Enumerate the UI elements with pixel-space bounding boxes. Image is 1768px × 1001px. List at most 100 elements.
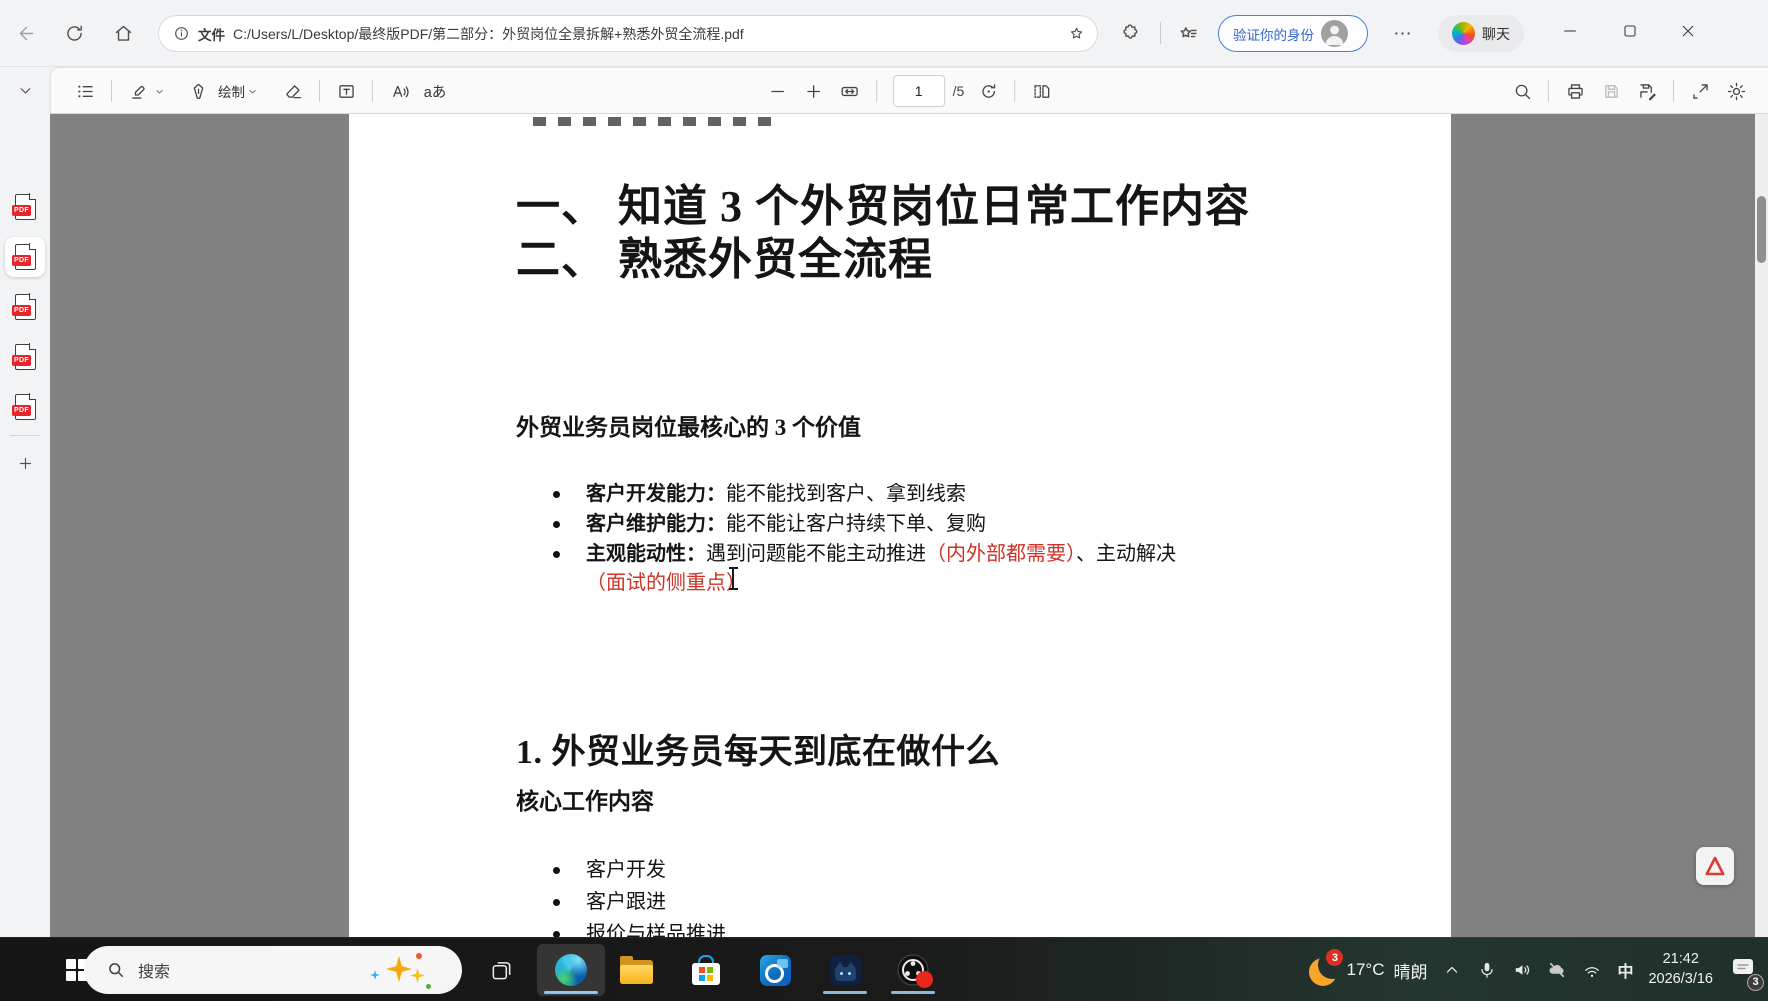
home-button[interactable] (103, 13, 143, 53)
weather-widget[interactable]: 3 17°C 晴朗 (1309, 954, 1427, 986)
eraser-button[interactable] (275, 74, 311, 108)
new-tab-button[interactable] (7, 445, 43, 481)
hidden-icons-chevron[interactable] (1442, 960, 1462, 980)
edge-icon (555, 954, 587, 986)
section-heading: 1. 外贸业务员每天到底在做什么 (516, 724, 1000, 773)
bullet-label: 主观能动性： (586, 543, 706, 565)
home-icon (113, 23, 134, 44)
core-work-title: 核心工作内容 (516, 782, 654, 816)
address-url[interactable]: C:/Users/L/Desktop/最终版PDF/第二部分：外贸岗位全景拆解+… (233, 24, 1060, 44)
vertical-tab-strip: PDF PDF PDF PDF PDF (0, 67, 50, 937)
pdf-tab-2-active[interactable]: PDF (5, 237, 45, 277)
zoom-in-button[interactable] (796, 74, 832, 108)
toolbar-separator (1673, 80, 1674, 102)
clock-date: 2026/3/16 (1648, 970, 1713, 990)
toolbar-separator (1014, 80, 1015, 102)
two-page-view-icon (1031, 81, 1052, 102)
back-button[interactable] (6, 13, 46, 53)
pdf-file-icon: PDF (15, 294, 36, 320)
fullscreen-button[interactable] (1682, 74, 1718, 108)
acrobat-extension-button[interactable] (1696, 847, 1734, 885)
table-of-contents-button[interactable] (67, 74, 103, 108)
pdf-tab-5[interactable]: PDF (5, 387, 45, 427)
bullet-text: 能不能找到客户、拿到线索 (726, 483, 966, 505)
toolbar-separator (372, 80, 373, 102)
toolbar-separator (876, 80, 877, 102)
address-bar[interactable]: 文件 C:/Users/L/Desktop/最终版PDF/第二部分：外贸岗位全景… (158, 15, 1098, 52)
favorites-button[interactable] (1168, 13, 1208, 53)
notification-center-button[interactable]: 3 (1730, 955, 1756, 986)
cat-app-icon (830, 955, 861, 986)
pdf-scrollbar-thumb[interactable] (1757, 196, 1766, 263)
more-menu-button[interactable] (1382, 13, 1422, 53)
page-number-input[interactable] (893, 75, 945, 107)
system-tray: 3 17°C 晴朗 中 21:42 2026/3/16 3 (1309, 938, 1756, 1001)
maximize-button[interactable] (1607, 10, 1653, 52)
settings-button[interactable] (1718, 74, 1754, 108)
extensions-button[interactable] (1110, 13, 1150, 53)
fit-to-width-button[interactable] (832, 74, 868, 108)
search-icon (106, 960, 126, 980)
text-box-icon (336, 81, 357, 102)
page-view-button[interactable] (1023, 74, 1059, 108)
minimize-button[interactable] (1547, 10, 1593, 52)
search-document-button[interactable] (1504, 74, 1540, 108)
highlighter-dropdown-icon[interactable] (153, 85, 166, 98)
weather-badge: 3 (1326, 949, 1343, 966)
taskbar-store-button[interactable] (683, 944, 729, 996)
plus-icon (803, 81, 824, 102)
file-explorer-icon (620, 957, 653, 984)
maximize-icon (1620, 21, 1640, 41)
verify-identity-button[interactable]: 验证你的身份 (1218, 15, 1368, 52)
bullet-label: 客户维护能力： (586, 513, 726, 535)
zoom-out-button[interactable] (760, 74, 796, 108)
network-wifi-icon[interactable] (1582, 960, 1602, 980)
rotate-button[interactable] (970, 74, 1006, 108)
read-aloud-button[interactable] (381, 74, 417, 108)
interview-note: （面试的侧重点） (586, 570, 746, 597)
work-bullet: 客户开发 (586, 857, 666, 884)
taskbar-obs-button[interactable] (890, 944, 936, 996)
collapse-toolbar-button[interactable] (7, 72, 43, 108)
task-view-button[interactable] (478, 947, 524, 993)
taskbar-clock[interactable]: 21:42 2026/3/16 (1648, 950, 1713, 989)
microphone-icon[interactable] (1477, 960, 1497, 980)
draw-dropdown-icon[interactable] (246, 85, 259, 98)
draw-button[interactable] (180, 74, 216, 108)
bullet-text: 、主动解决 (1076, 543, 1176, 565)
taskbar-file-explorer-button[interactable] (613, 944, 659, 996)
pdf-viewport: 一、 知道 3 个外贸岗位日常工作内容 二、 熟悉外贸全流程 外贸业务员岗位最核… (50, 114, 1768, 937)
weather-condition: 晴朗 (1393, 958, 1427, 983)
gear-icon (1726, 81, 1747, 102)
refresh-button[interactable] (54, 13, 94, 53)
save-button[interactable] (1593, 74, 1629, 108)
bullet-label: 客户开发能力： (586, 483, 726, 505)
pdf-tab-3[interactable]: PDF (5, 287, 45, 327)
edge-active-indicator (544, 991, 598, 995)
close-button[interactable] (1665, 10, 1711, 52)
onedrive-paused-icon[interactable] (1547, 960, 1567, 980)
verify-identity-label: 验证你的身份 (1233, 24, 1314, 44)
pdf-tab-1[interactable]: PDF (5, 187, 45, 227)
taskbar-edge-button[interactable] (537, 944, 605, 996)
translate-button[interactable]: aあ (417, 74, 453, 108)
add-text-button[interactable] (328, 74, 364, 108)
obs-studio-icon (897, 954, 929, 986)
highlighter-button[interactable] (120, 74, 156, 108)
save-as-button[interactable] (1629, 74, 1665, 108)
fullscreen-arrow-icon (1690, 81, 1711, 102)
copilot-chat-button[interactable]: 聊天 (1438, 15, 1524, 52)
recording-dot (916, 971, 933, 988)
pdf-tab-4[interactable]: PDF (5, 337, 45, 377)
pdf-scrollbar[interactable] (1755, 114, 1768, 937)
copilot-sparkles-icon (368, 946, 438, 994)
pdf-page[interactable]: 一、 知道 3 个外贸岗位日常工作内容 二、 熟悉外贸全流程 外贸业务员岗位最核… (349, 114, 1451, 937)
bookmark-star-icon[interactable] (1068, 25, 1085, 42)
volume-icon[interactable] (1512, 960, 1532, 980)
taskbar-search[interactable]: 搜索 (84, 946, 462, 994)
print-button[interactable] (1557, 74, 1593, 108)
ime-indicator[interactable]: 中 (1617, 958, 1633, 982)
pdf-file-icon: PDF (15, 344, 36, 370)
taskbar-cat-app-button[interactable] (822, 944, 868, 996)
taskbar-outlook-button[interactable] (752, 944, 798, 996)
